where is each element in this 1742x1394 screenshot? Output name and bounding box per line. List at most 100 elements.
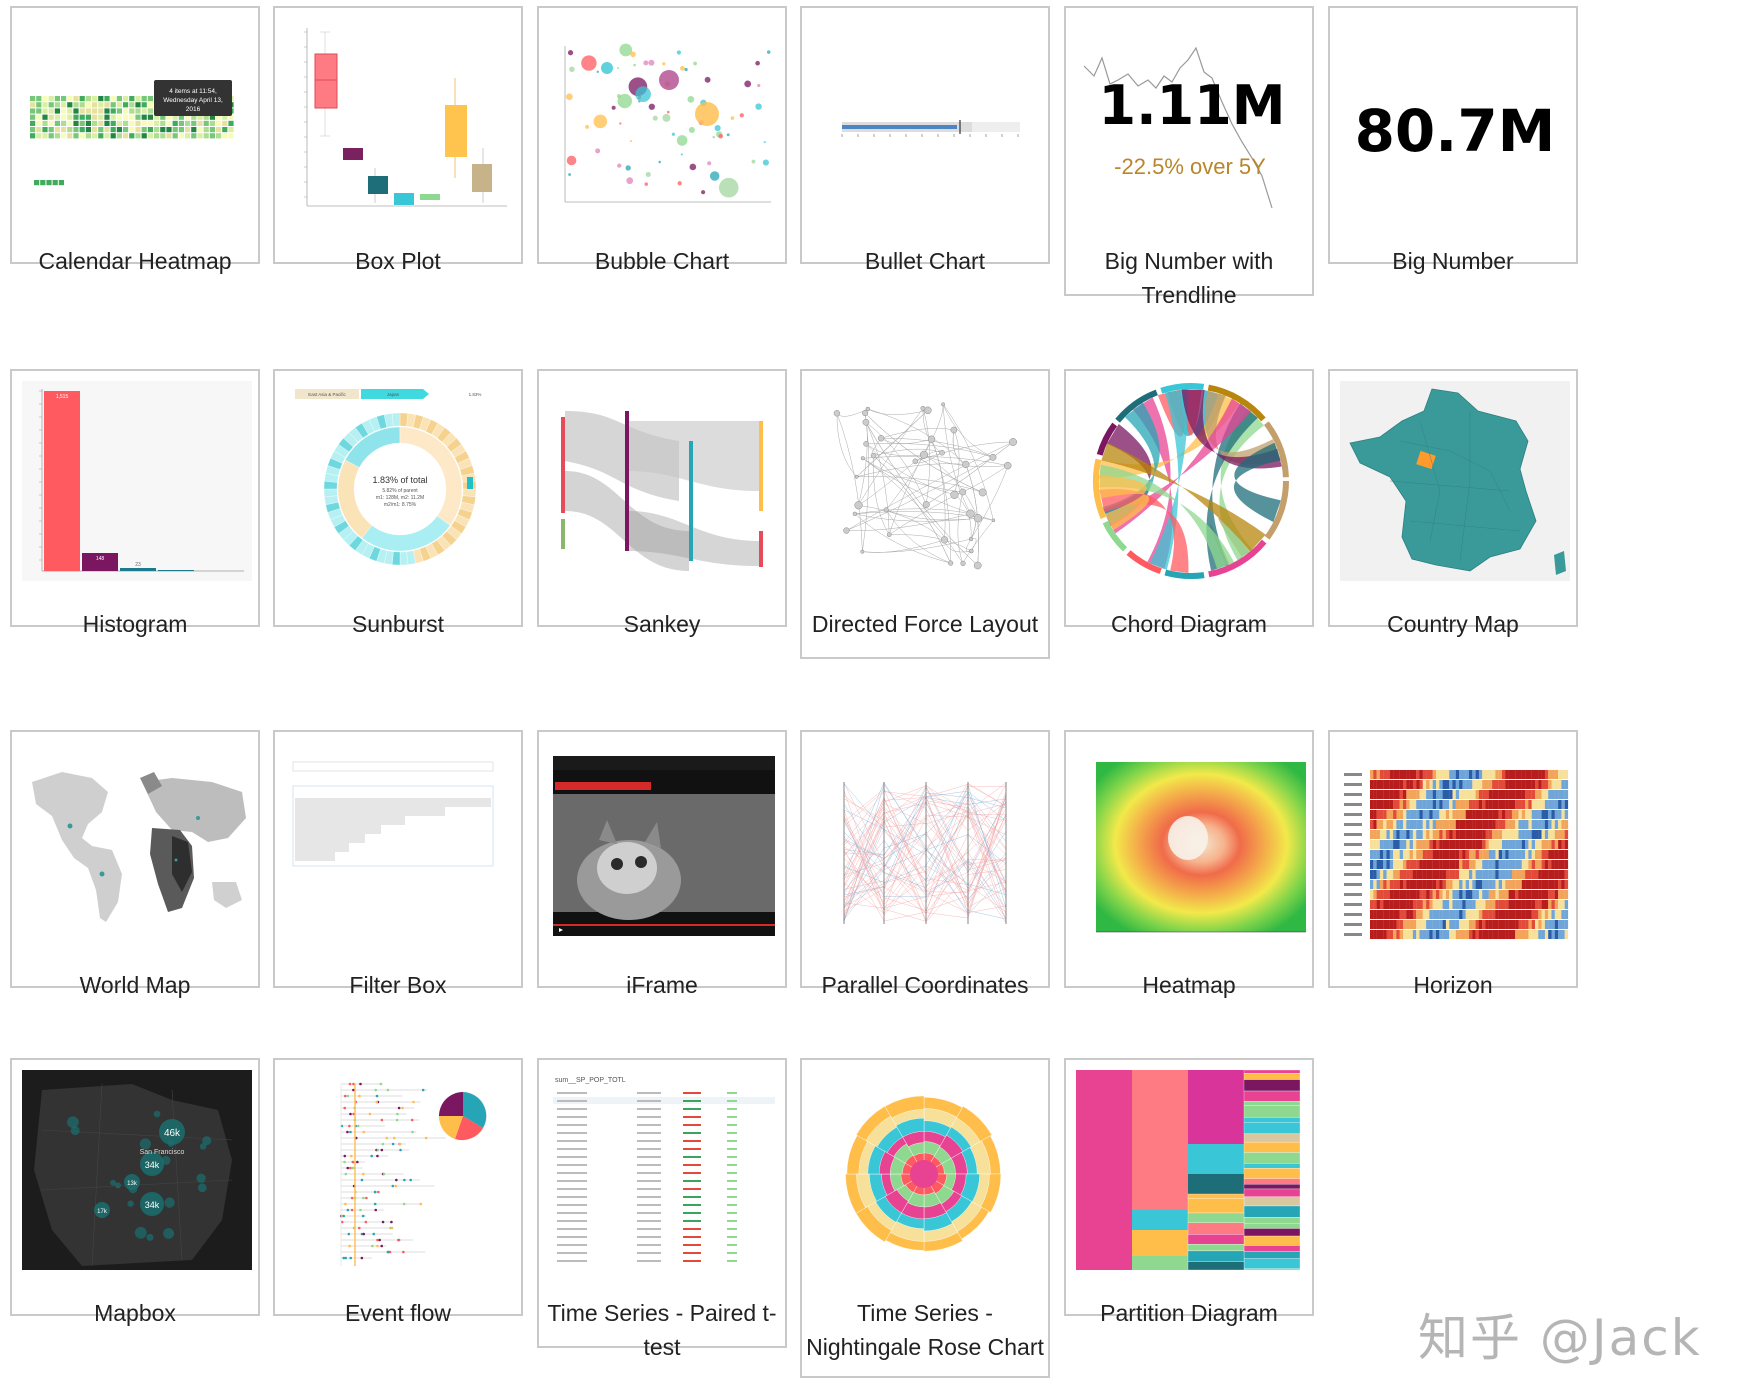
chart-card-big-number-trendline[interactable]: 1.11M -22.5% over 5Y Big Number with Tre…: [1064, 6, 1314, 308]
chart-card-box-plot[interactable]: Box Plot: [273, 6, 523, 274]
chart-card-world-map[interactable]: World Map: [10, 730, 260, 998]
chart-card-heatmap[interactable]: Heatmap: [1064, 730, 1314, 998]
horizon-cell: [1548, 890, 1552, 899]
horizon-cell: [1515, 880, 1519, 889]
map-cluster: [153, 1110, 161, 1118]
calendar-cell: [104, 114, 110, 120]
force-link: [858, 461, 916, 506]
chart-card-mapbox[interactable]: 46k 34k San Francisco 34k 13k 17k Mapbox: [10, 1058, 260, 1326]
calendar-cell: [135, 133, 141, 139]
chart-card-event-flow[interactable]: Event flow: [273, 1058, 523, 1326]
force-node: [960, 560, 966, 567]
horizon-cell: [1548, 780, 1552, 789]
event-dot: [350, 1196, 354, 1200]
horizon-cell: [1538, 890, 1542, 899]
chart-card-iframe[interactable]: iFrame: [537, 730, 787, 998]
horizon-cell: [1541, 840, 1545, 849]
horizon-cell: [1459, 910, 1463, 919]
calendar-cell: [36, 114, 42, 120]
horizon-cell: [1535, 840, 1539, 849]
event-dot: [391, 1142, 395, 1146]
horizon-cell: [1505, 890, 1509, 899]
calendar-cell: [85, 108, 91, 114]
horizon-cell: [1436, 780, 1440, 789]
calendar-cell: [52, 180, 58, 186]
chart-card-bubble-chart[interactable]: Bubble Chart: [537, 6, 787, 274]
chart-card-bullet-chart[interactable]: Bullet Chart: [800, 6, 1050, 274]
chart-card-calendar-heatmap[interactable]: 4 items at 11:54, Wednesday April 13, 20…: [10, 6, 260, 274]
horizon-cell: [1535, 800, 1539, 809]
horizon-cell: [1508, 920, 1512, 929]
partition-cell: [1243, 1184, 1301, 1190]
chart-card-country-map[interactable]: Country Map: [1328, 369, 1578, 637]
chart-card-partition-diagram[interactable]: Partition Diagram: [1064, 1058, 1314, 1326]
horizon-cell: [1396, 930, 1400, 939]
chart-card-parallel-coordinates[interactable]: Parallel Coordinates: [800, 730, 1050, 998]
horizon-cell: [1386, 860, 1390, 869]
horizon-cell: [1469, 830, 1473, 839]
horizon-cell: [1544, 910, 1549, 919]
card-label: Time Series - Nightingale Rose Chart: [806, 1300, 1044, 1360]
bubble: [707, 161, 712, 166]
horizon-cell: [1535, 900, 1539, 909]
chart-card-sankey[interactable]: Sankey: [537, 369, 787, 637]
horizon-cell: [1419, 780, 1423, 789]
chart-card-filter-box[interactable]: Filter Box: [273, 730, 523, 998]
card-label: Histogram: [82, 611, 188, 637]
horizon-cell: [1472, 900, 1476, 909]
bubble: [596, 70, 599, 73]
horizon-cell: [1469, 930, 1473, 939]
chart-card-histogram[interactable]: 1,515 148 23 Histogram: [10, 369, 260, 637]
horizon-cell: [1548, 770, 1552, 779]
horizon-cell: [1452, 930, 1456, 939]
calendar-cell: [73, 127, 79, 133]
horizon-cell: [1472, 870, 1476, 879]
chart-card-sunburst[interactable]: East Asia & Pacific Japan 1.83% 1.83% of…: [273, 369, 523, 637]
horizon-cell: [1485, 880, 1489, 889]
event-dot: [395, 1178, 398, 1182]
horizon-cell: [1535, 780, 1539, 789]
bubble: [648, 59, 655, 66]
horizon-cell: [1389, 900, 1394, 909]
chart-card-paired-t-test[interactable]: sum__SP_POP_TOTL Time Series - Paired t-…: [537, 1058, 787, 1360]
horizon-cell: [1439, 810, 1443, 819]
force-node: [860, 456, 865, 461]
table-cell: [637, 1252, 661, 1254]
sunburst-thumbnail: East Asia & Pacific Japan 1.83% 1.83% of…: [285, 381, 515, 581]
horizon-cell: [1498, 780, 1503, 789]
horizon-cell: [1403, 900, 1407, 909]
calendar-cell: [67, 114, 73, 120]
horizon-cell: [1445, 860, 1450, 869]
table-cell: [557, 1212, 587, 1214]
horizon-cell: [1515, 850, 1519, 859]
chart-card-nightingale-rose[interactable]: Time Series - Nightingale Rose Chart: [800, 1058, 1050, 1378]
horizon-cell: [1558, 920, 1562, 929]
horizon-label-bar: [1344, 873, 1362, 876]
horizon-cell: [1554, 850, 1559, 859]
horizon-cell: [1455, 830, 1460, 839]
calendar-cell: [197, 127, 203, 133]
table-cell: [637, 1156, 661, 1158]
horizon-cell: [1485, 800, 1489, 809]
chart-card-horizon[interactable]: Horizon: [1328, 730, 1578, 998]
horizon-cell: [1561, 810, 1565, 819]
horizon-cell: [1525, 810, 1529, 819]
horizon-cell: [1472, 920, 1476, 929]
horizon-cell: [1511, 830, 1516, 839]
horizon-cell: [1551, 840, 1555, 849]
horizon-cell: [1452, 780, 1456, 789]
horizon-cell: [1373, 880, 1377, 889]
horizon-cell: [1422, 880, 1427, 889]
horizon-cell: [1551, 810, 1555, 819]
bubble: [680, 153, 683, 156]
chart-card-directed-force-layout[interactable]: Directed Force Layout: [800, 369, 1050, 659]
horizon-cell: [1379, 920, 1384, 929]
force-node: [966, 509, 975, 518]
horizon-cell: [1558, 830, 1562, 839]
chart-card-chord-diagram[interactable]: Chord Diagram: [1064, 369, 1314, 637]
chart-card-big-number[interactable]: 80.7M Big Number: [1328, 6, 1578, 274]
horizon-cell: [1422, 780, 1427, 789]
horizon-cell: [1422, 800, 1427, 809]
horizon-cell: [1399, 840, 1404, 849]
horizon-cell: [1502, 890, 1506, 899]
